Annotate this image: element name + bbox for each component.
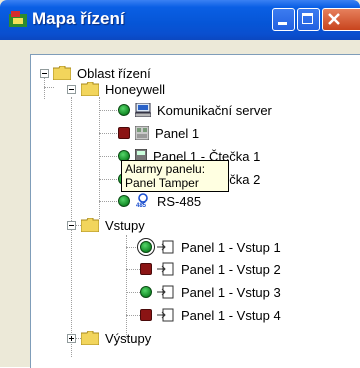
folder-icon: [81, 331, 99, 345]
close-button[interactable]: [322, 8, 360, 31]
tree-item-input4[interactable]: Panel 1 - Vstup 4: [140, 305, 281, 325]
rs485-badge: 485: [136, 203, 147, 209]
tooltip-line-1: Alarmy panelu:: [125, 162, 206, 176]
status-ok-icon: [118, 104, 130, 116]
tree-item-inputs[interactable]: Vstupy: [81, 215, 145, 235]
collapse-toggle-root[interactable]: [40, 69, 49, 78]
status-alarm-icon: [140, 309, 152, 321]
tree-item-label: Honeywell: [105, 81, 165, 97]
collapse-toggle-inputs[interactable]: [67, 221, 76, 230]
control-tree[interactable]: Oblast řízení Honeywell Komunikační serv…: [30, 54, 360, 368]
tree-item-outputs[interactable]: Výstupy: [81, 328, 151, 348]
tree-item-rs485[interactable]: 485 RS-485: [118, 191, 201, 211]
tree-item-input2[interactable]: Panel 1 - Vstup 2: [140, 259, 281, 279]
title-bar[interactable]: Mapa řízení: [0, 0, 360, 40]
minimize-button[interactable]: [272, 8, 295, 31]
maximize-button[interactable]: [297, 8, 320, 31]
collapse-toggle-honeywell[interactable]: [67, 85, 76, 94]
tree-item-input1[interactable]: Panel 1 - Vstup 1: [140, 237, 281, 257]
status-alarm-icon: [118, 127, 130, 139]
expand-toggle-outputs[interactable]: [67, 334, 76, 343]
tree-item-label: Výstupy: [105, 330, 152, 346]
input-icon: [157, 308, 175, 322]
status-ok-icon: [140, 286, 152, 298]
input-icon: [157, 262, 175, 276]
tree-item-label: Panel 1 - Vstup 3: [181, 284, 281, 300]
alarm-tooltip: Alarmy panelu: Panel Tamper: [121, 160, 229, 192]
tree-item-label: Komunikační server: [157, 102, 272, 118]
computer-icon: [135, 103, 151, 117]
tree-item-honeywell[interactable]: Honeywell: [81, 79, 165, 99]
tree-item-panel1[interactable]: Panel 1: [118, 123, 199, 143]
app-map-icon: [9, 11, 27, 27]
tree-item-label: Panel 1 - Vstup 1: [181, 239, 281, 255]
map-window: Mapa řízení Oblast řízení Honeywell Komu…: [0, 0, 360, 368]
tooltip-line-2: Panel Tamper: [125, 176, 199, 190]
tree-item-label: Panel 1: [155, 125, 200, 141]
panel-icon: [135, 126, 149, 140]
rs485-bus-icon: 485: [135, 193, 151, 209]
folder-icon: [53, 66, 71, 80]
tree-item-label: RS-485: [157, 193, 202, 209]
status-alarm-icon: [140, 263, 152, 275]
status-ok-icon: [118, 195, 130, 207]
tree-item-label: Panel 1 - Vstup 4: [181, 307, 281, 323]
folder-icon: [81, 82, 99, 96]
tree-item-label: Vstupy: [105, 217, 145, 233]
window-title: Mapa řízení: [32, 9, 125, 28]
folder-icon: [81, 218, 99, 232]
tree-item-label: Panel 1 - Vstup 2: [181, 261, 281, 277]
close-icon: [328, 13, 340, 25]
tree-item-input3[interactable]: Panel 1 - Vstup 3: [140, 282, 281, 302]
input-icon: [157, 240, 175, 254]
input-icon: [157, 285, 175, 299]
tree-item-comm-server[interactable]: Komunikační server: [118, 100, 272, 120]
status-ok-icon: [140, 241, 152, 253]
